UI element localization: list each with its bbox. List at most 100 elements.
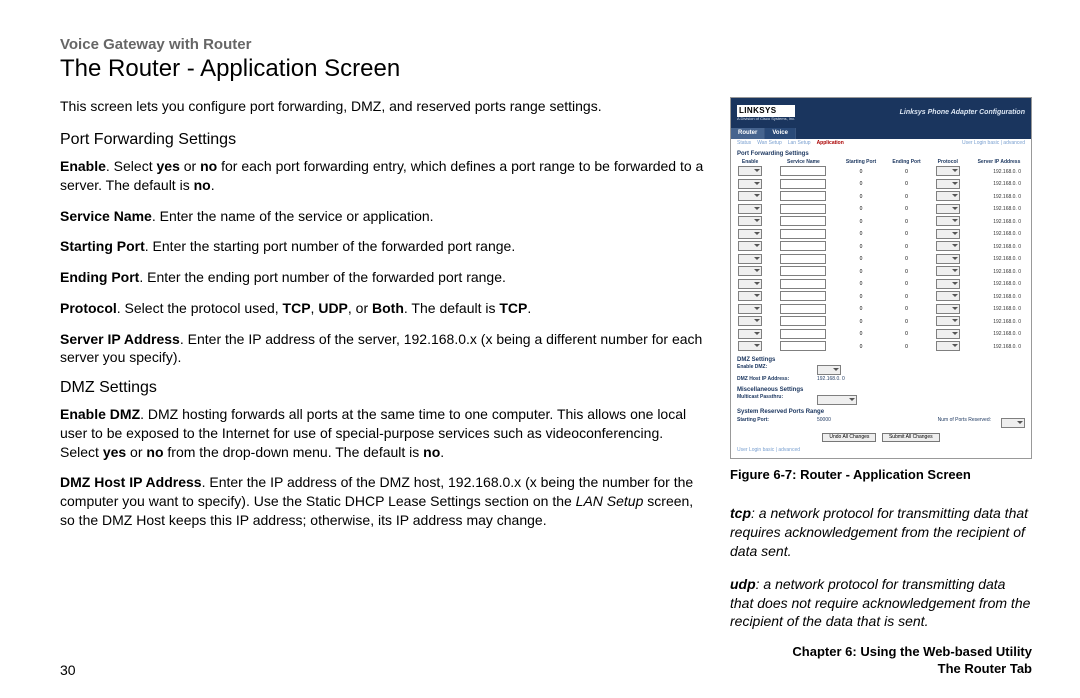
shot-dmz-enable-dd[interactable]: [817, 365, 841, 375]
end-value: 0: [884, 316, 928, 329]
enable-dropdown[interactable]: [738, 266, 762, 276]
protocol-dropdown[interactable]: [936, 241, 960, 251]
pf-enable-label: Enable: [60, 158, 106, 174]
start-value: 0: [838, 304, 885, 317]
table-row: 00192.168.0. 0: [731, 291, 1031, 304]
page-heading: The Router - Application Screen: [60, 55, 1032, 83]
protocol-dropdown[interactable]: [936, 166, 960, 176]
subnav-lan[interactable]: Lan Setup: [788, 141, 811, 147]
protocol-dropdown[interactable]: [936, 329, 960, 339]
shot-srpr-num-dd[interactable]: [1001, 418, 1025, 428]
enable-dropdown[interactable]: [738, 304, 762, 314]
enable-dropdown[interactable]: [738, 179, 762, 189]
protocol-dropdown[interactable]: [936, 229, 960, 239]
protocol-dropdown[interactable]: [936, 191, 960, 201]
kicker: Voice Gateway with Router: [60, 36, 1032, 53]
shot-pf-table: Enable Service Name Starting Port Ending…: [731, 159, 1031, 354]
enable-dropdown[interactable]: [738, 341, 762, 351]
enable-dropdown[interactable]: [738, 229, 762, 239]
enable-dropdown[interactable]: [738, 216, 762, 226]
gloss-tcp-text: : a network protocol for transmitting da…: [730, 505, 1028, 559]
pf-service-label: Service Name: [60, 208, 152, 224]
start-value: 0: [838, 279, 885, 292]
start-value: 0: [838, 204, 885, 217]
subnav-right[interactable]: User Login basic | advanced: [962, 141, 1025, 147]
protocol-dropdown[interactable]: [936, 266, 960, 276]
pf-start: Starting Port. Enter the starting port n…: [60, 237, 704, 256]
service-input[interactable]: [780, 291, 826, 301]
protocol-dropdown[interactable]: [936, 304, 960, 314]
submit-button[interactable]: Submit All Changes: [882, 433, 940, 443]
service-input[interactable]: [780, 341, 826, 351]
service-input[interactable]: [780, 241, 826, 251]
end-value: 0: [884, 254, 928, 267]
ip-value: 192.168.0. 0: [967, 191, 1031, 204]
protocol-dropdown[interactable]: [936, 279, 960, 289]
service-input[interactable]: [780, 216, 826, 226]
subnav-application[interactable]: Application: [817, 141, 844, 147]
pf-enable: Enable. Select yes or no for each port f…: [60, 157, 704, 195]
page-number: 30: [60, 662, 76, 678]
figure-column: LINKSYS A Division of Cisco Systems, Inc…: [730, 97, 1032, 631]
tab-router[interactable]: Router: [731, 128, 765, 139]
shot-misc-label: Multicast Passthru:: [737, 395, 807, 405]
protocol-dropdown[interactable]: [936, 204, 960, 214]
pf-service: Service Name. Enter the name of the serv…: [60, 207, 704, 226]
service-input[interactable]: [780, 316, 826, 326]
enable-dropdown[interactable]: [738, 241, 762, 251]
service-input[interactable]: [780, 254, 826, 264]
table-row: 00192.168.0. 0: [731, 166, 1031, 179]
enable-dropdown[interactable]: [738, 204, 762, 214]
service-input[interactable]: [780, 166, 826, 176]
end-value: 0: [884, 304, 928, 317]
glossary-udp: udp: a network protocol for transmitting…: [730, 575, 1032, 632]
shot-misc-heading: Miscellaneous Settings: [731, 384, 1031, 395]
footer-chapter: Chapter 6: Using the Web-based Utility: [792, 644, 1032, 661]
service-input[interactable]: [780, 204, 826, 214]
tab-voice[interactable]: Voice: [765, 128, 796, 139]
service-input[interactable]: [780, 179, 826, 189]
service-input[interactable]: [780, 191, 826, 201]
subnav-wan[interactable]: Wan Setup: [757, 141, 782, 147]
enable-dropdown[interactable]: [738, 329, 762, 339]
shot-dmz-host-row: DMZ Host IP Address: 192.168.0. 0: [731, 376, 1031, 384]
service-input[interactable]: [780, 279, 826, 289]
shot-foot-left[interactable]: User Login basic | advanced: [737, 448, 800, 454]
service-input[interactable]: [780, 229, 826, 239]
start-value: 0: [838, 216, 885, 229]
col-end: Ending Port: [884, 159, 928, 167]
protocol-dropdown[interactable]: [936, 179, 960, 189]
enable-dropdown[interactable]: [738, 291, 762, 301]
shot-dmz-host-value: 192.168.0. 0: [817, 377, 845, 383]
glossary-tcp: tcp: a network protocol for transmitting…: [730, 504, 1032, 561]
section-dmz-title: DMZ Settings: [60, 379, 704, 397]
service-input[interactable]: [780, 266, 826, 276]
enable-dropdown[interactable]: [738, 166, 762, 176]
protocol-dropdown[interactable]: [936, 291, 960, 301]
table-row: 00192.168.0. 0: [731, 254, 1031, 267]
start-value: 0: [838, 266, 885, 279]
enable-dropdown[interactable]: [738, 316, 762, 326]
enable-dropdown[interactable]: [738, 191, 762, 201]
enable-dropdown[interactable]: [738, 254, 762, 264]
protocol-dropdown[interactable]: [936, 216, 960, 226]
start-value: 0: [838, 254, 885, 267]
start-value: 0: [838, 341, 885, 354]
dmz-host-label: DMZ Host IP Address: [60, 474, 202, 490]
main-column: This screen lets you configure port forw…: [60, 97, 704, 542]
protocol-dropdown[interactable]: [936, 341, 960, 351]
protocol-dropdown[interactable]: [936, 254, 960, 264]
service-input[interactable]: [780, 304, 826, 314]
service-input[interactable]: [780, 329, 826, 339]
linksys-subtitle: A Division of Cisco Systems, Inc.: [737, 117, 795, 121]
dmz-enable-label: Enable DMZ: [60, 406, 140, 422]
protocol-dropdown[interactable]: [936, 316, 960, 326]
enable-dropdown[interactable]: [738, 279, 762, 289]
ip-value: 192.168.0. 0: [967, 179, 1031, 192]
undo-button[interactable]: Undo All Changes: [822, 433, 876, 443]
col-start: Starting Port: [838, 159, 885, 167]
end-value: 0: [884, 229, 928, 242]
ip-value: 192.168.0. 0: [967, 304, 1031, 317]
shot-misc-dd[interactable]: [817, 395, 857, 405]
subnav-status[interactable]: Status: [737, 141, 751, 147]
